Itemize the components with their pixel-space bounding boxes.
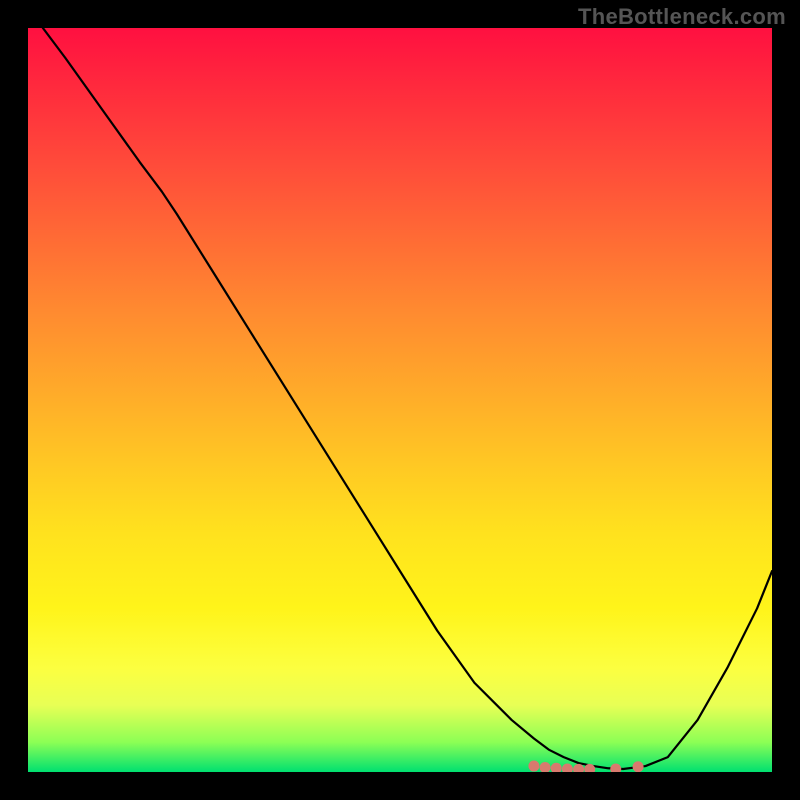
marker-layer — [28, 28, 772, 772]
marker-dot — [610, 764, 621, 772]
marker-dot — [551, 763, 562, 772]
marker-dot — [528, 761, 539, 772]
marker-dot — [540, 762, 551, 772]
marker-dot — [633, 761, 644, 772]
watermark-text: TheBottleneck.com — [578, 4, 786, 30]
marker-dot — [562, 764, 573, 772]
chart-frame: TheBottleneck.com — [0, 0, 800, 800]
plot-area — [28, 28, 772, 772]
marker-dot — [584, 764, 595, 772]
marker-group — [528, 761, 643, 772]
marker-dot — [573, 764, 584, 772]
